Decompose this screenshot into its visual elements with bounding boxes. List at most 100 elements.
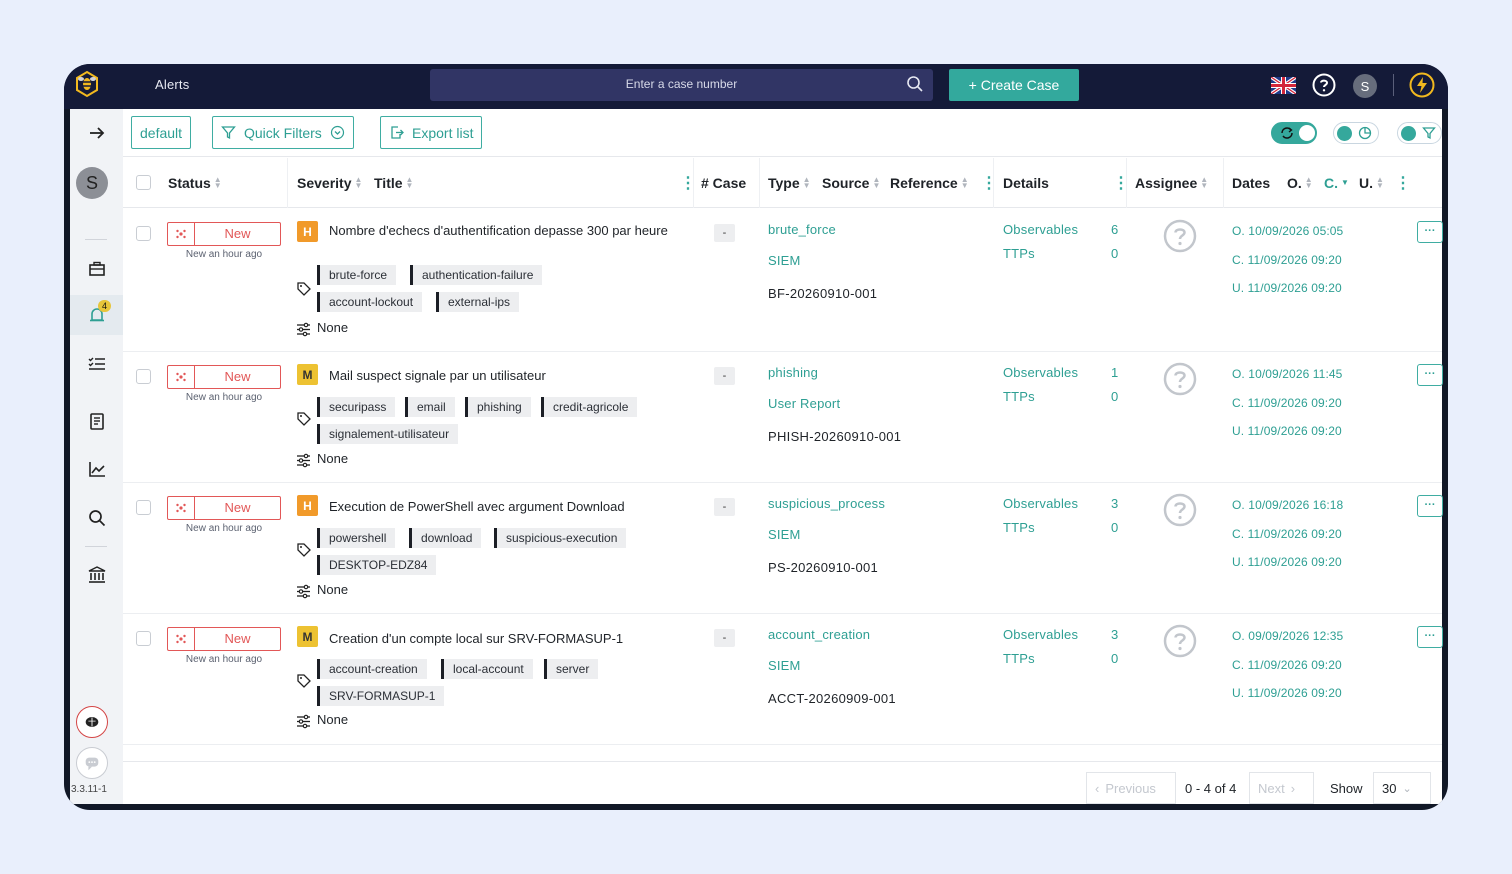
search-icon[interactable]: [906, 75, 924, 93]
column-menu-icon[interactable]: ⋮: [1395, 173, 1411, 193]
quick-filters-button[interactable]: Quick Filters: [212, 116, 354, 149]
column-source[interactable]: Source ▲ ▼: [822, 175, 880, 191]
alert-title[interactable]: Nombre d'echecs d'authentification depas…: [329, 222, 669, 239]
thehive-logo-icon[interactable]: [74, 70, 100, 100]
sidebar-item-organisation[interactable]: [70, 555, 123, 595]
status-badge[interactable]: New: [167, 365, 281, 389]
tag-chip[interactable]: email: [405, 397, 455, 417]
column-details[interactable]: Details: [1003, 175, 1049, 191]
alert-title[interactable]: Execution de PowerShell avec argument Do…: [329, 498, 669, 515]
alert-type-link[interactable]: brute_force: [768, 222, 836, 237]
create-case-button[interactable]: + Create Case: [949, 69, 1079, 101]
lightning-icon[interactable]: [1409, 72, 1435, 98]
column-status[interactable]: Status ▲ ▼: [168, 175, 222, 191]
observables-count[interactable]: 6: [1111, 222, 1118, 237]
tag-chip[interactable]: brute-force: [317, 265, 397, 285]
cortex-button[interactable]: [76, 706, 108, 738]
observables-count[interactable]: 1: [1111, 365, 1118, 380]
unassigned-icon[interactable]: [1163, 624, 1197, 658]
observables-link[interactable]: Observables: [1003, 627, 1078, 642]
alert-source-link[interactable]: SIEM: [768, 658, 801, 673]
help-icon[interactable]: [1312, 73, 1336, 97]
row-actions-button[interactable]: ···: [1417, 626, 1443, 648]
tag-chip[interactable]: DESKTOP-EDZ84: [317, 555, 437, 575]
row-actions-button[interactable]: ···: [1417, 221, 1443, 243]
case-number-search[interactable]: Enter a case number: [430, 69, 933, 101]
column-date-created[interactable]: C. ▼: [1324, 175, 1349, 191]
ttps-count[interactable]: 0: [1111, 651, 1118, 666]
tag-chip[interactable]: authentication-failure: [410, 265, 543, 285]
ttps-link[interactable]: TTPs: [1003, 651, 1035, 666]
observables-link[interactable]: Observables: [1003, 365, 1078, 380]
alert-title[interactable]: Mail suspect signale par un utilisateur: [329, 367, 669, 384]
alert-row[interactable]: New New an hour ago M Mail suspect signale…: [123, 352, 1443, 483]
column-severity[interactable]: Severity ▲ ▼: [297, 175, 362, 191]
row-actions-button[interactable]: ···: [1417, 364, 1443, 386]
sidebar-item-tasks[interactable]: [70, 344, 123, 384]
column-menu-icon[interactable]: ⋮: [981, 173, 997, 193]
tag-chip[interactable]: phishing: [465, 397, 531, 417]
tag-chip[interactable]: download: [409, 528, 482, 548]
tag-chip[interactable]: SRV-FORMASUP-1: [317, 686, 445, 706]
observables-count[interactable]: 3: [1111, 627, 1118, 642]
sidebar-avatar[interactable]: S: [76, 167, 108, 199]
status-badge[interactable]: New: [167, 627, 281, 651]
expand-sidebar-button[interactable]: [70, 113, 123, 153]
export-list-button[interactable]: Export list: [380, 116, 483, 149]
ttps-count[interactable]: 0: [1111, 520, 1118, 535]
ttps-link[interactable]: TTPs: [1003, 246, 1035, 261]
tag-chip[interactable]: account-creation: [317, 659, 427, 679]
sidebar-item-dashboards[interactable]: [70, 449, 123, 489]
search-placeholder[interactable]: Enter a case number: [430, 77, 933, 91]
previous-page-button[interactable]: ‹ Previous: [1086, 772, 1176, 804]
tag-chip[interactable]: account-lockout: [317, 292, 423, 312]
observables-link[interactable]: Observables: [1003, 222, 1078, 237]
row-checkbox[interactable]: [136, 226, 151, 241]
column-type[interactable]: Type ▲ ▼: [768, 175, 811, 191]
alert-source-link[interactable]: SIEM: [768, 253, 801, 268]
tag-chip[interactable]: suspicious-execution: [494, 528, 627, 548]
auto-refresh-toggle[interactable]: [1271, 122, 1317, 144]
tag-chip[interactable]: external-ips: [436, 292, 520, 312]
row-checkbox[interactable]: [136, 500, 151, 515]
column-title[interactable]: Title ▲ ▼: [374, 175, 413, 191]
tag-chip[interactable]: credit-agricole: [541, 397, 638, 417]
next-page-button[interactable]: Next ›: [1249, 772, 1314, 804]
ttps-count[interactable]: 0: [1111, 246, 1118, 261]
row-checkbox[interactable]: [136, 631, 151, 646]
row-checkbox[interactable]: [136, 369, 151, 384]
alert-type-link[interactable]: suspicious_process: [768, 496, 885, 511]
unassigned-icon[interactable]: [1163, 219, 1197, 253]
observables-link[interactable]: Observables: [1003, 496, 1078, 511]
tag-chip[interactable]: server: [544, 659, 599, 679]
row-actions-button[interactable]: ···: [1417, 495, 1443, 517]
user-avatar[interactable]: S: [1353, 74, 1377, 98]
alert-type-link[interactable]: account_creation: [768, 627, 870, 642]
page-size-select[interactable]: 30 ⌄: [1373, 772, 1431, 804]
alert-type-link[interactable]: phishing: [768, 365, 818, 380]
column-date-occurred[interactable]: O. ▲ ▼: [1287, 175, 1313, 191]
tag-chip[interactable]: securipass: [317, 397, 396, 417]
select-all-checkbox[interactable]: [136, 175, 151, 190]
sidebar-item-cases[interactable]: [70, 249, 123, 289]
status-badge[interactable]: New: [167, 222, 281, 246]
arrow-right-icon[interactable]: [87, 123, 107, 143]
ttps-count[interactable]: 0: [1111, 389, 1118, 404]
alert-source-link[interactable]: SIEM: [768, 527, 801, 542]
unassigned-icon[interactable]: [1163, 493, 1197, 527]
column-date-updated[interactable]: U. ▲ ▼: [1359, 175, 1384, 191]
tag-chip[interactable]: local-account: [441, 659, 533, 679]
alert-row[interactable]: New New an hour ago H Execution de PowerSh…: [123, 483, 1443, 614]
alert-row[interactable]: New New an hour ago M Creation d'un compte…: [123, 614, 1443, 745]
column-reference[interactable]: Reference ▲ ▼: [890, 175, 969, 191]
chat-button[interactable]: [76, 747, 108, 779]
ttps-link[interactable]: TTPs: [1003, 389, 1035, 404]
unassigned-icon[interactable]: [1163, 362, 1197, 396]
status-badge[interactable]: New: [167, 496, 281, 520]
sidebar-item-knowledge[interactable]: [70, 401, 123, 441]
sidebar-item-search[interactable]: [70, 498, 123, 538]
alert-row[interactable]: New New an hour ago H Nombre d'echecs d'au…: [123, 209, 1443, 352]
charts-toggle[interactable]: [1333, 122, 1379, 144]
observables-count[interactable]: 3: [1111, 496, 1118, 511]
tag-chip[interactable]: signalement-utilisateur: [317, 424, 459, 444]
